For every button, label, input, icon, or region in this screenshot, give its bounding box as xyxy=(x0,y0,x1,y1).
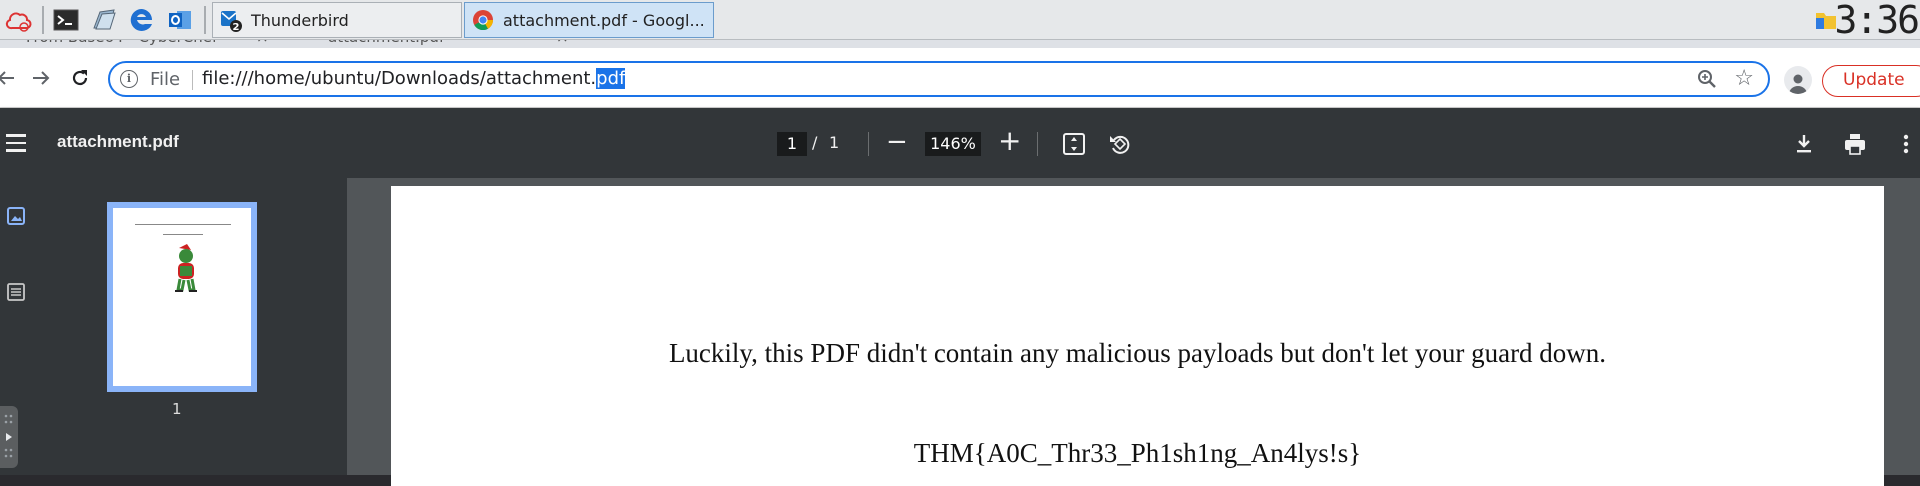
page-number-input[interactable]: 1 xyxy=(777,132,807,156)
zoom-out-button[interactable]: − xyxy=(886,128,908,156)
zoom-icon[interactable] xyxy=(1696,68,1718,90)
tab-cyberchef[interactable]: From Base64 - CyberChef xyxy=(26,40,217,48)
toolbar-divider xyxy=(1037,132,1038,156)
thumbnail-text-line xyxy=(163,234,203,235)
tab-close-icon[interactable]: × xyxy=(556,40,569,48)
pdf-toolbar: attachment.pdf 1 / 1 − 146% + xyxy=(0,108,1920,178)
tab-attachment[interactable]: attachment.pdf xyxy=(328,40,444,48)
taskbar-separator xyxy=(204,6,206,34)
taskbar: 2 Thunderbird attachment.pdf - Googl... … xyxy=(0,0,1920,40)
clock[interactable]: 3:36 xyxy=(1834,0,1920,40)
browser-toolbar: i File file:///home/ubuntu/Downloads/att… xyxy=(0,48,1920,108)
print-icon[interactable] xyxy=(1841,130,1869,158)
omnibox-divider xyxy=(192,70,193,90)
url-scheme-label: File xyxy=(150,69,181,90)
download-icon[interactable] xyxy=(1790,130,1818,158)
thumbnail-sidebar: 1 xyxy=(0,178,347,475)
address-bar[interactable]: i File file:///home/ubuntu/Downloads/att… xyxy=(108,61,1770,97)
task-thunderbird[interactable]: 2 Thunderbird xyxy=(212,2,462,38)
menu-icon[interactable] xyxy=(6,134,26,152)
back-arrow-icon[interactable] xyxy=(0,64,20,92)
pdf-file-title: attachment.pdf xyxy=(57,132,179,151)
tab-strip: From Base64 - CyberChef × attachment.pdf… xyxy=(0,40,1920,48)
task-chrome-attachment[interactable]: attachment.pdf - Googl... xyxy=(464,2,714,38)
side-panel-handle[interactable] xyxy=(0,406,18,468)
edge-icon[interactable] xyxy=(128,6,156,34)
pdf-flag-text: THM{A0C_Thr33_Ph1sh1ng_An4lys!s} xyxy=(913,438,1362,468)
url-text[interactable]: file:///home/ubuntu/Downloads/attachment… xyxy=(202,68,626,89)
info-icon[interactable]: i xyxy=(120,70,138,88)
thunderbird-badge: 2 xyxy=(233,22,240,32)
thumbnail-text-line xyxy=(135,224,231,225)
fit-page-icon[interactable] xyxy=(1060,130,1088,158)
taskbar-separator xyxy=(42,6,44,34)
page-total: 1 xyxy=(829,133,840,152)
bookmark-star-icon[interactable]: ☆ xyxy=(1734,66,1754,91)
grinch-image-thumbnail xyxy=(169,244,203,298)
tab-close-icon[interactable]: × xyxy=(256,40,269,48)
url-plain: file:///home/ubuntu/Downloads/attachment… xyxy=(202,68,597,89)
page-thumbnail[interactable] xyxy=(107,202,257,392)
pdf-page: Luckily, this PDF didn't contain any mal… xyxy=(391,186,1884,486)
terminal-icon[interactable] xyxy=(52,6,80,34)
files-icon[interactable] xyxy=(90,6,118,34)
task-label: attachment.pdf - Googl... xyxy=(503,10,705,30)
thumbnail-page-number: 1 xyxy=(172,400,182,418)
reload-icon[interactable] xyxy=(66,64,94,92)
more-options-icon[interactable] xyxy=(1892,130,1920,158)
pdf-body-text: Luckily, this PDF didn't contain any mal… xyxy=(668,338,1607,368)
task-label: Thunderbird xyxy=(251,10,349,30)
pdf-viewer-area[interactable]: Luckily, this PDF didn't contain any mal… xyxy=(347,178,1920,486)
app-menu-icon[interactable] xyxy=(4,6,32,34)
zoom-input[interactable]: 146% xyxy=(925,132,981,156)
url-selection: pdf xyxy=(596,68,626,89)
toolbar-divider xyxy=(868,132,869,156)
thumbnails-view-icon[interactable] xyxy=(4,204,28,232)
chrome-icon xyxy=(471,8,495,32)
zoom-in-button[interactable]: + xyxy=(998,126,1021,156)
rotate-icon[interactable] xyxy=(1106,130,1134,158)
update-button[interactable]: Update xyxy=(1822,65,1920,97)
outlook-icon[interactable] xyxy=(166,6,194,34)
forward-arrow-icon[interactable] xyxy=(27,64,55,92)
thunderbird-icon: 2 xyxy=(219,8,243,32)
page-separator: / xyxy=(812,133,818,152)
outline-view-icon[interactable] xyxy=(4,280,28,308)
profile-avatar-icon[interactable] xyxy=(1784,66,1812,94)
